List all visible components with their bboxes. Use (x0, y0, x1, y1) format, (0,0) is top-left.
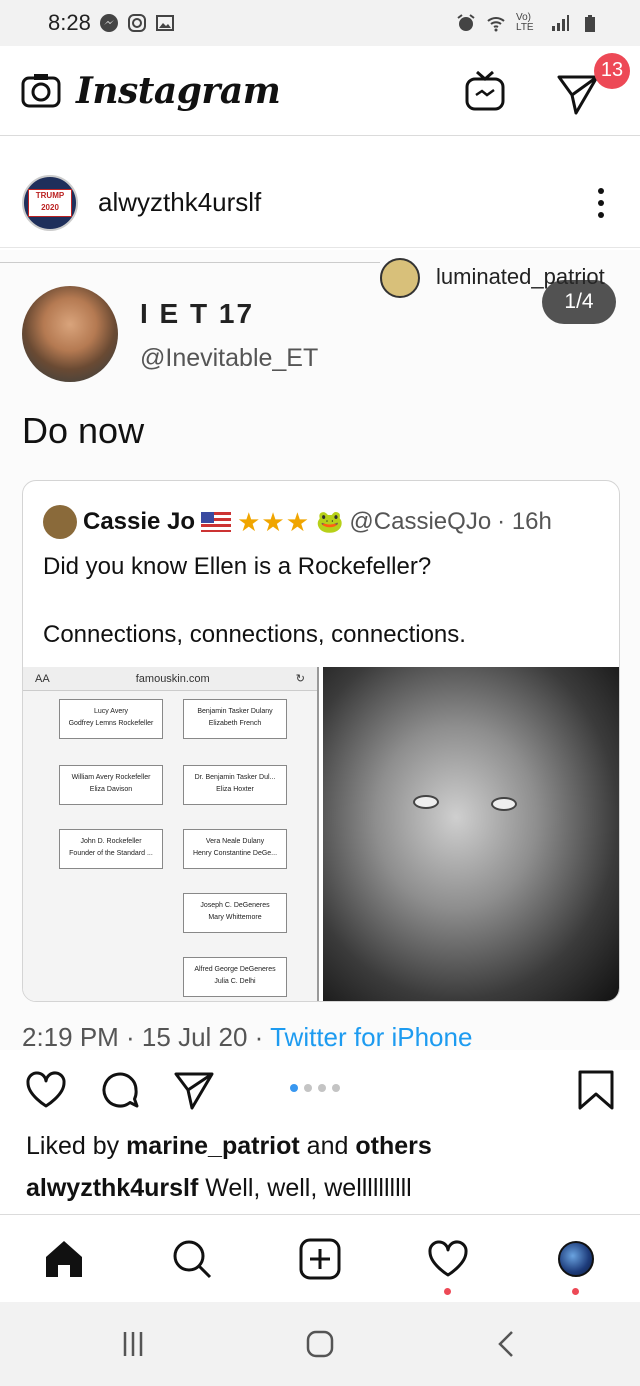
profile-notification-dot (572, 1287, 579, 1295)
quoted-author-handle: @CassieQJo (349, 508, 492, 535)
likes-user[interactable]: marine_patriot (126, 1132, 300, 1160)
post-media[interactable]: luminated_patriot 1/4 I E T 17 @Inevitab… (0, 250, 640, 1050)
messenger-icon (99, 14, 118, 32)
tree-node: Lucy Avery Godfrey Lemns Rockefeller (59, 699, 163, 739)
likes-prefix: Liked by (26, 1132, 127, 1160)
tree-node: Alfred George DeGeneres Julia C. Delhi (183, 957, 287, 997)
tweet-author-name: I E T 17 (140, 298, 255, 329)
tree-node: Vera Neale Dulany Henry Constantine DeGe… (183, 829, 287, 869)
post-actions (0, 1052, 640, 1128)
family-tree-image: AA famouskin.com ↻ Lucy Avery Godfrey Le… (23, 667, 319, 1001)
tree-node: William Avery Rockefeller Eliza Davison (59, 765, 163, 805)
search-icon (173, 1240, 212, 1278)
quoted-author-name: Cassie Jo (83, 508, 196, 535)
home-button-icon[interactable] (300, 1324, 340, 1364)
profile-avatar (558, 1240, 594, 1277)
old-man-photo (323, 667, 619, 1001)
carousel-dots (290, 1084, 340, 1092)
quoted-author-avatar (43, 505, 77, 539)
tweet-client: Twitter for iPhone (270, 1022, 473, 1050)
quoted-tweet: Cassie Jo ★★★ 🐸 @CassieQJo · 16h Did you… (22, 480, 620, 1002)
photo-eye (491, 797, 517, 811)
tweet-author-avatar (22, 286, 118, 382)
browser-url: famouskin.com (135, 672, 210, 685)
reload-icon: ↻ (295, 673, 305, 685)
tree-node: Dr. Benjamin Tasker Dul... Eliza Hoxter (183, 765, 287, 805)
dm-count-badge: 13 (594, 52, 630, 89)
system-nav-bar (0, 1302, 640, 1386)
direct-messages-button[interactable]: 13 (556, 52, 630, 123)
post-header: TRUMP 2020 alwyzthk4urslf (0, 158, 640, 248)
tree-node: Benjamin Tasker Dulany Elizabeth French (183, 699, 287, 739)
comment-icon[interactable] (98, 1068, 142, 1112)
quoted-tweet-line-2: Connections, connections, connections. (43, 621, 466, 648)
add-post-icon (299, 1238, 341, 1279)
post-caption: alwyzthk4urslf Well, well, wellllllllll (26, 1174, 412, 1203)
caption-username[interactable]: alwyzthk4urslf (26, 1174, 198, 1202)
post-author-username[interactable]: alwyzthk4urslf (98, 187, 261, 218)
save-bookmark-icon[interactable] (576, 1068, 616, 1112)
tweet-author-handle: @Inevitable_ET (140, 344, 319, 372)
tweet-timestamp: 2:19 PM · 15 Jul 20 · (22, 1022, 271, 1050)
share-icon[interactable] (172, 1068, 216, 1112)
nav-activity[interactable] (420, 1231, 476, 1295)
nav-search[interactable] (164, 1231, 220, 1287)
status-time: 8:28 (48, 10, 91, 35)
gallery-icon (155, 15, 174, 31)
like-heart-icon[interactable] (24, 1068, 68, 1112)
us-flag-icon (201, 512, 232, 532)
photo-eye (413, 795, 439, 809)
back-icon[interactable] (487, 1324, 527, 1364)
tweet-meta: 2:19 PM · 15 Jul 20 · Twitter for iPhone (22, 1022, 472, 1050)
carousel-dot (332, 1084, 340, 1092)
quoted-tweet-header: Cassie Jo ★★★ 🐸 @CassieQJo · 16h (43, 505, 552, 539)
app-logo: Instagram (76, 69, 281, 112)
browser-bar: AA famouskin.com ↻ (23, 667, 317, 691)
caption-text: Well, well, wellllllllll (198, 1174, 412, 1202)
frog-emoji-icon: 🐸 (316, 509, 344, 534)
alarm-icon (457, 14, 475, 31)
likes-others[interactable]: others (355, 1132, 431, 1160)
app-header: Instagram 13 (0, 46, 640, 136)
tree-node: Joseph C. DeGeneres Mary Whittemore (183, 893, 287, 933)
reposter-avatar (380, 258, 420, 298)
divider (0, 262, 380, 263)
home-icon (46, 1240, 82, 1277)
quoted-tweet-line-1: Did you know Ellen is a Rockefeller? (43, 553, 432, 580)
heart-icon (428, 1240, 468, 1276)
star-emoji-icons: ★★★ (237, 506, 311, 537)
instagram-notify-icon (127, 14, 146, 32)
camera-icon[interactable] (20, 70, 62, 112)
likes-summary[interactable]: Liked by marine_patriot and others (26, 1132, 432, 1161)
quoted-tweet-age: · 16h (497, 508, 552, 535)
carousel-page-indicator: 1/4 (542, 280, 616, 324)
nav-create[interactable] (292, 1231, 348, 1287)
igtv-icon[interactable] (464, 70, 506, 112)
recent-apps-icon[interactable] (113, 1324, 153, 1364)
activity-notification-dot (444, 1287, 451, 1295)
carousel-dot-active (290, 1084, 298, 1092)
status-bar: 8:28 Vo) LTE (0, 0, 640, 46)
battery-icon (585, 15, 595, 32)
tree-node: John D. Rockefeller Founder of the Stand… (59, 829, 163, 869)
signal-icon (552, 15, 569, 31)
post-author-avatar[interactable]: TRUMP 2020 (22, 174, 78, 231)
nav-profile[interactable] (548, 1231, 604, 1295)
likes-mid: and (299, 1132, 356, 1160)
bottom-nav (0, 1214, 640, 1302)
network-label: Vo) LTE (516, 12, 534, 33)
tweet-text: Do now (22, 410, 145, 451)
wifi-icon (487, 17, 505, 32)
avatar-sign: TRUMP 2020 (28, 188, 72, 217)
carousel-dot (304, 1084, 312, 1092)
more-options-icon[interactable] (598, 187, 604, 218)
direct-send-icon (557, 75, 599, 114)
nav-home[interactable] (36, 1231, 92, 1287)
browser-aa: AA (35, 672, 50, 685)
carousel-dot (318, 1084, 326, 1092)
